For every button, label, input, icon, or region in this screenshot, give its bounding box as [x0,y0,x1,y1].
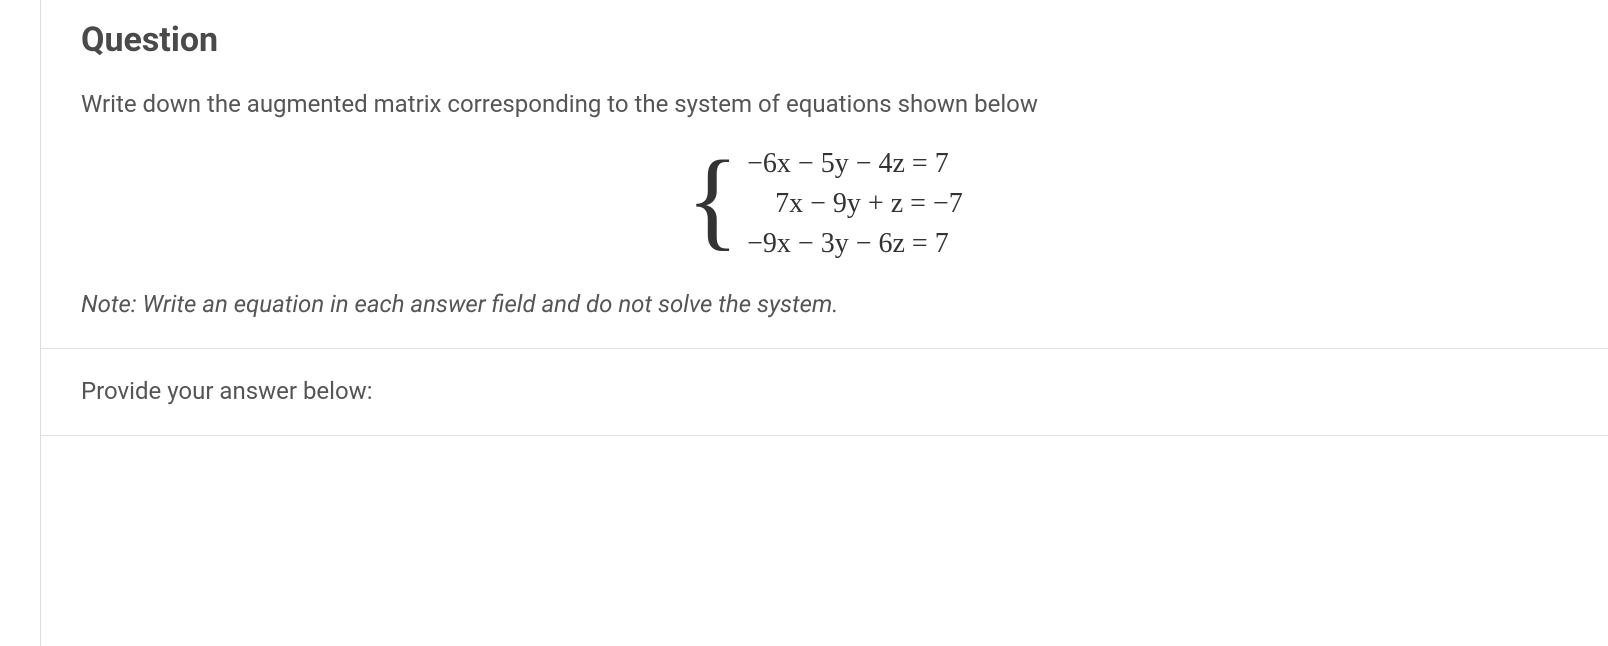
answer-prompt: Provide your answer below: [81,377,1568,405]
question-note: Note: Write an equation in each answer f… [81,290,1568,318]
answer-section: Provide your answer below: [41,349,1608,435]
question-section: Question Write down the augmented matrix… [41,0,1608,348]
equation-3: −9x − 3y − 6z = 7 [747,228,963,260]
left-brace: { [686,153,739,247]
equations-list: −6x − 5y − 4z = 7 7x − 9y + z = −7 −9x −… [747,148,963,260]
equation-system: { −6x − 5y − 4z = 7 7x − 9y + z = −7 −9x… [81,148,1568,260]
question-title: Question [81,20,1568,60]
equation-2: 7x − 9y + z = −7 [747,188,963,220]
brace-wrapper: { −6x − 5y − 4z = 7 7x − 9y + z = −7 −9x… [686,148,962,260]
equation-1: −6x − 5y − 4z = 7 [747,148,963,180]
question-prompt: Write down the augmented matrix correspo… [81,90,1568,118]
bottom-divider [41,435,1608,436]
question-container: Question Write down the augmented matrix… [40,0,1608,646]
